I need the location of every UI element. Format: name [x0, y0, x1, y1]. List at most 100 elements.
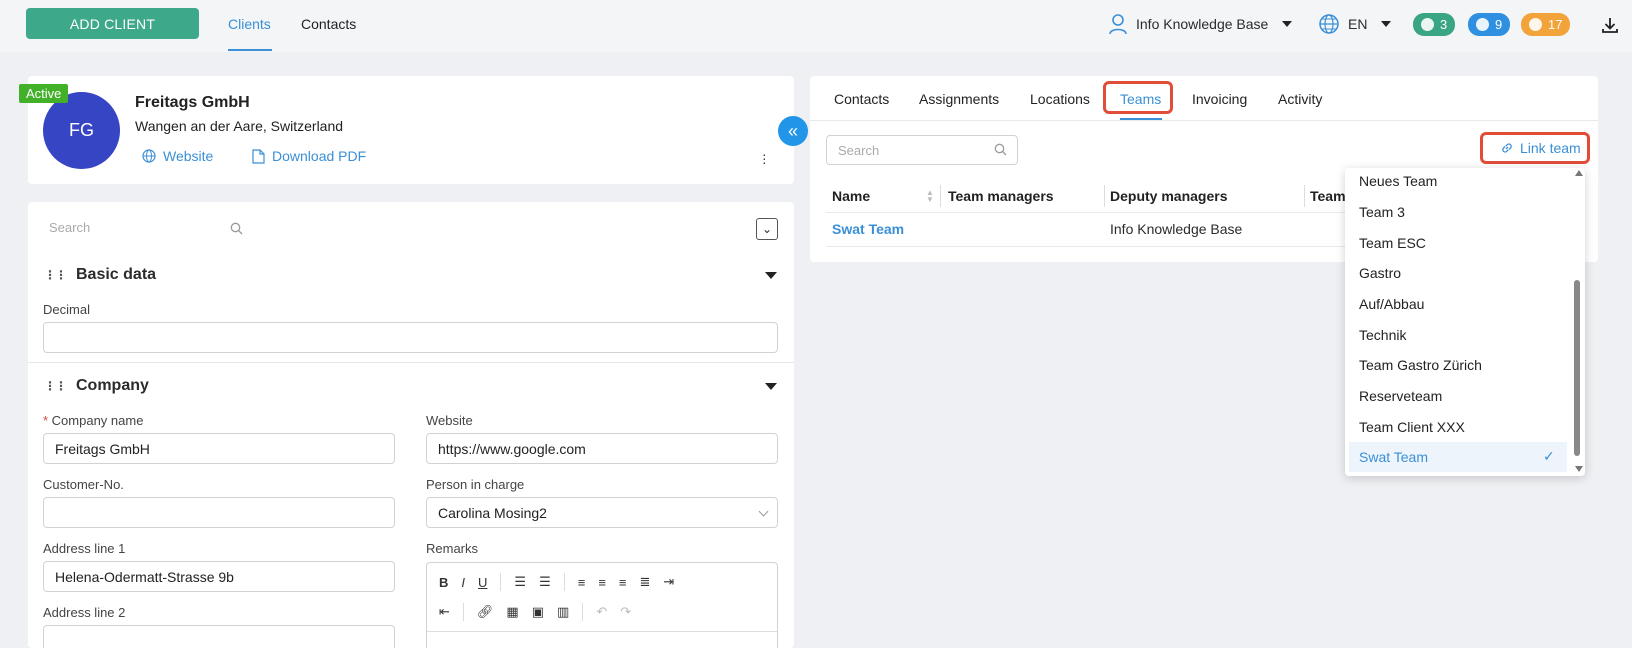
dropdown-item-selected[interactable]: Swat Team — [1359, 449, 1428, 465]
sort-icon[interactable]: ▲ ▼ — [926, 189, 934, 204]
dropdown-item[interactable]: Neues Team — [1359, 173, 1437, 189]
link-icon[interactable]: 🔗︎ — [477, 604, 494, 620]
messages-badge[interactable]: 3 — [1413, 13, 1456, 36]
globe-icon — [1319, 14, 1339, 34]
check-icon: ✓ — [1543, 448, 1555, 464]
website-label: Website — [426, 413, 473, 428]
redo-icon[interactable]: ↷ — [620, 604, 631, 620]
section-basic-data[interactable]: ⋮⋮ Basic data — [44, 266, 156, 284]
remarks-editor[interactable]: B I U ☰ ☰ ≡ ≡ ≡ ≣ ⇥ ⇤ 🔗︎ ▦ ▣ ▥ ↶ ↷ — [426, 562, 778, 648]
collapse-panel-button[interactable]: « — [778, 116, 808, 146]
section-divider — [28, 362, 794, 363]
user-name: Info Knowledge Base — [1136, 16, 1269, 32]
clock-icon — [1529, 18, 1542, 31]
address2-label: Address line 2 — [43, 605, 126, 620]
section-toggle-icon[interactable] — [765, 383, 777, 390]
form-search-input[interactable]: Search — [49, 220, 90, 235]
bullet-list-icon[interactable]: ☰ — [539, 574, 551, 590]
column-team[interactable]: Team — [1310, 188, 1346, 204]
download-icon[interactable] — [1601, 16, 1619, 34]
underline-icon[interactable]: U — [478, 575, 487, 590]
table-icon[interactable]: ▦ — [506, 604, 518, 620]
tab-activity[interactable]: Activity — [1278, 91, 1322, 107]
nav-clients[interactable]: Clients — [228, 16, 271, 32]
teams-search-input[interactable]: Search — [826, 135, 1018, 165]
drag-handle-icon[interactable]: ⋮⋮ — [44, 379, 67, 393]
notifications-badge[interactable]: 9 — [1468, 13, 1511, 36]
person-in-charge-label: Person in charge — [426, 477, 525, 492]
tab-assignments[interactable]: Assignments — [919, 91, 999, 107]
section-company-title: Company — [76, 377, 149, 394]
pdf-icon — [252, 148, 265, 164]
nav-contacts[interactable]: Contacts — [301, 16, 356, 32]
globe-icon — [142, 149, 156, 163]
toolbar-separator — [462, 603, 464, 621]
columns-icon[interactable]: ▥ — [557, 604, 569, 620]
messages-count: 3 — [1440, 17, 1448, 32]
section-company[interactable]: ⋮⋮ Company — [44, 377, 149, 395]
align-right-icon[interactable]: ≡ — [619, 575, 627, 590]
address2-field[interactable] — [43, 625, 395, 648]
company-name-field[interactable]: Freitags GmbH — [43, 433, 395, 464]
column-team-managers[interactable]: Team managers — [948, 188, 1054, 204]
language-value: EN — [1348, 16, 1368, 32]
team-deputy-manager: Info Knowledge Base — [1110, 221, 1243, 237]
user-menu[interactable]: Info Knowledge Base — [1108, 13, 1293, 35]
image-icon[interactable]: ▣ — [532, 604, 544, 620]
dropdown-item[interactable]: Team 3 — [1359, 204, 1405, 220]
bell-icon — [1476, 18, 1489, 31]
link-team-highlight — [1480, 132, 1590, 164]
tab-active-underline — [1120, 118, 1162, 120]
tab-locations[interactable]: Locations — [1030, 91, 1090, 107]
download-pdf-label: Download PDF — [272, 148, 367, 164]
dropdown-item[interactable]: Team Client XXX — [1359, 419, 1465, 435]
double-chevron-down-icon: ⌄ — [761, 222, 773, 236]
align-center-icon[interactable]: ≡ — [598, 575, 606, 590]
link-team-dropdown[interactable]: Neues Team Team 3 Team ESC Gastro Auf/Ab… — [1345, 168, 1585, 476]
dropdown-item[interactable]: Technik — [1359, 327, 1406, 343]
column-separator — [1304, 185, 1305, 207]
column-name[interactable]: Name — [832, 188, 870, 204]
decimal-field[interactable] — [43, 322, 778, 353]
dropdown-item[interactable]: Gastro — [1359, 265, 1401, 281]
tab-invoicing[interactable]: Invoicing — [1192, 91, 1247, 107]
indent-icon[interactable]: ⇥ — [663, 574, 674, 590]
drag-handle-icon[interactable]: ⋮⋮ — [44, 268, 67, 282]
dropdown-item[interactable]: Team ESC — [1359, 235, 1426, 251]
more-options-icon[interactable]: · · · — [762, 147, 767, 169]
website-link[interactable]: Website — [142, 148, 213, 164]
align-left-icon[interactable]: ≡ — [578, 575, 586, 590]
website-field[interactable]: https://www.google.com — [426, 433, 778, 464]
dropdown-item[interactable]: Auf/Abbau — [1359, 296, 1424, 312]
expand-all-button[interactable]: ⌄ — [756, 218, 778, 240]
column-deputy-managers[interactable]: Deputy managers — [1110, 188, 1227, 204]
dropdown-scrollbar[interactable] — [1574, 280, 1580, 456]
language-select[interactable]: EN — [1318, 13, 1392, 35]
scroll-up-icon[interactable] — [1575, 170, 1583, 176]
undo-icon[interactable]: ↶ — [596, 604, 607, 620]
italic-icon[interactable]: I — [461, 575, 465, 590]
ordered-list-icon[interactable]: ☰ — [514, 574, 526, 590]
outdent-icon[interactable]: ⇤ — [439, 604, 450, 620]
download-pdf-link[interactable]: Download PDF — [252, 148, 366, 164]
column-separator — [1104, 185, 1105, 207]
tab-contacts[interactable]: Contacts — [834, 91, 889, 107]
language-caret-icon — [1381, 21, 1392, 27]
client-name: Freitags GmbH — [135, 94, 250, 111]
bold-icon[interactable]: B — [439, 575, 448, 590]
dropdown-item[interactable]: Team Gastro Zürich — [1359, 357, 1482, 373]
align-justify-icon[interactable]: ≣ — [640, 574, 651, 590]
user-caret-icon — [1282, 21, 1293, 27]
scroll-down-icon[interactable] — [1575, 466, 1583, 472]
add-client-button[interactable]: ADD CLIENT — [26, 8, 199, 39]
teams-tab-highlight — [1103, 81, 1173, 114]
dropdown-item[interactable]: Reserveteam — [1359, 388, 1442, 404]
toolbar-separator — [563, 573, 565, 591]
column-separator — [940, 185, 941, 207]
address1-field[interactable]: Helena-Odermatt-Strasse 9b — [43, 561, 395, 592]
pending-badge[interactable]: 17 — [1521, 13, 1571, 36]
team-name-link[interactable]: Swat Team — [832, 221, 904, 237]
section-toggle-icon[interactable] — [765, 272, 777, 279]
person-in-charge-select[interactable]: Carolina Mosing2 — [426, 497, 778, 528]
customer-no-field[interactable] — [43, 497, 395, 528]
